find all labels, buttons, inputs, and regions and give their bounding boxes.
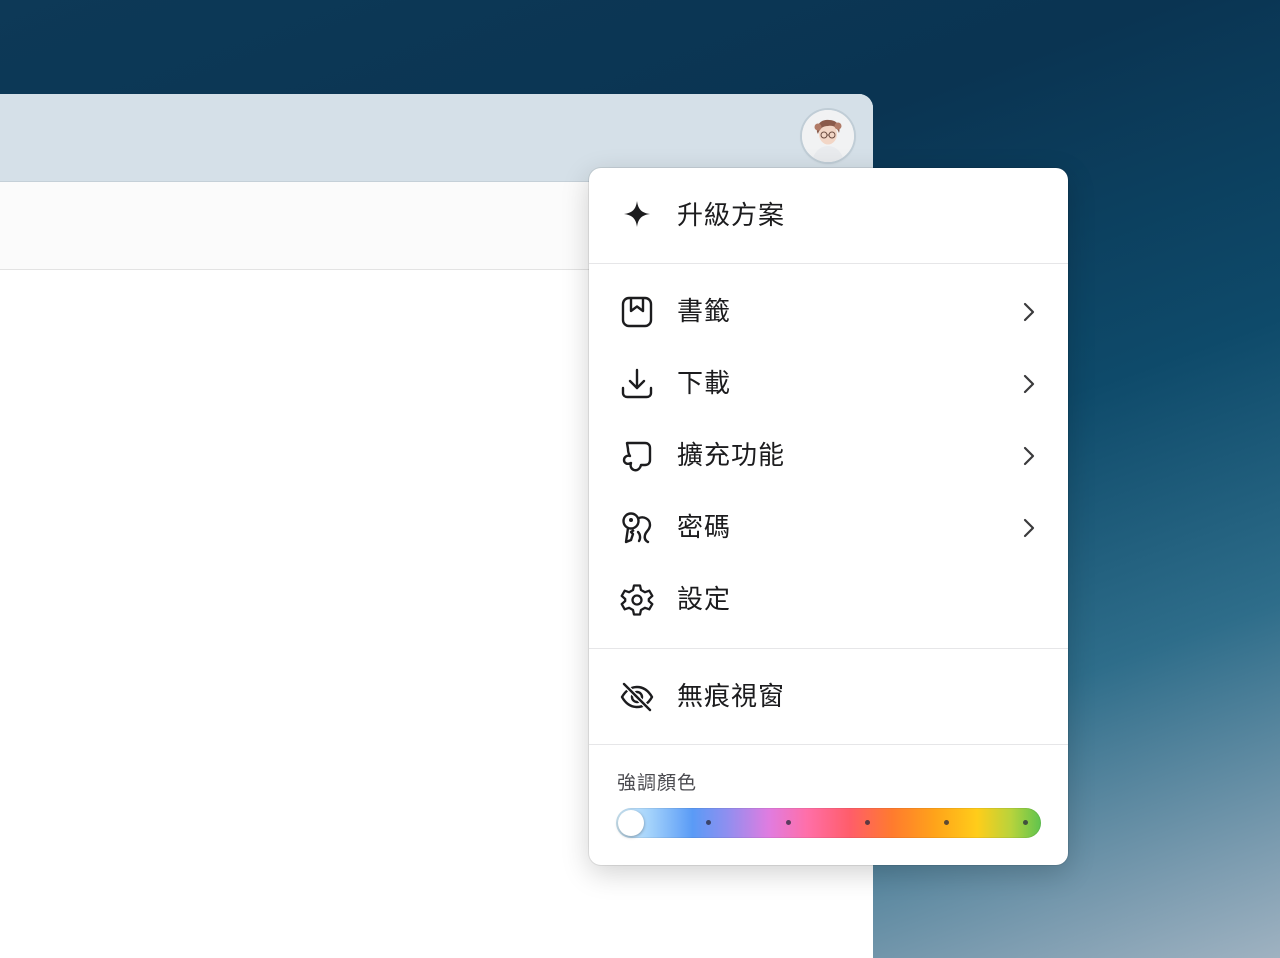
menu-item-label: 擴充功能: [677, 441, 786, 471]
menu-divider: [589, 263, 1068, 264]
accent-color-label: 強調顏色: [617, 772, 698, 794]
download-icon: [621, 368, 653, 399]
accent-color-stop[interactable]: [786, 820, 791, 825]
menu-item-settings[interactable]: 設定: [589, 568, 1068, 632]
profile-avatar-button[interactable]: [802, 110, 854, 162]
menu-item-label: 書籤: [677, 297, 732, 327]
accent-color-stop[interactable]: [944, 820, 949, 825]
incognito-window-item[interactable]: 無痕視窗: [589, 665, 1068, 729]
menu-item-label: 設定: [677, 585, 732, 615]
chevron-right-icon: [1023, 446, 1035, 466]
menu-item-extensions[interactable]: 擴充功能: [589, 424, 1068, 488]
incognito-window-label: 無痕視窗: [677, 682, 786, 712]
chevron-right-icon: [1023, 302, 1035, 322]
eye-off-icon: [620, 681, 654, 713]
accent-color-stop[interactable]: [865, 820, 870, 825]
accent-color-slider[interactable]: [616, 808, 1041, 838]
menu-item-downloads[interactable]: 下載: [589, 352, 1068, 416]
menu-item-label: 密碼: [677, 513, 732, 543]
profile-menu: 升級方案 書籤 下載 擴充功能 密碼 設定 無痕視窗 強調顏色: [589, 168, 1068, 865]
upgrade-plan-label: 升級方案: [677, 201, 786, 231]
puzzle-icon: [622, 441, 652, 472]
menu-divider: [589, 648, 1068, 649]
menu-item-bookmarks[interactable]: 書籤: [589, 280, 1068, 344]
menu-divider: [589, 744, 1068, 745]
sparkle-icon: [624, 201, 650, 227]
bookmark-icon: [621, 296, 653, 328]
gear-icon: [620, 584, 654, 616]
upgrade-plan-item[interactable]: 升級方案: [589, 184, 1068, 248]
accent-color-stop[interactable]: [706, 820, 711, 825]
chevron-right-icon: [1023, 518, 1035, 538]
chevron-right-icon: [1023, 374, 1035, 394]
accent-color-stop[interactable]: [1023, 820, 1028, 825]
menu-item-label: 下載: [677, 369, 732, 399]
accent-color-thumb[interactable]: [618, 810, 644, 836]
user-avatar-icon: [802, 110, 854, 162]
menu-item-passwords[interactable]: 密碼: [589, 496, 1068, 560]
key-icon: [622, 512, 652, 544]
